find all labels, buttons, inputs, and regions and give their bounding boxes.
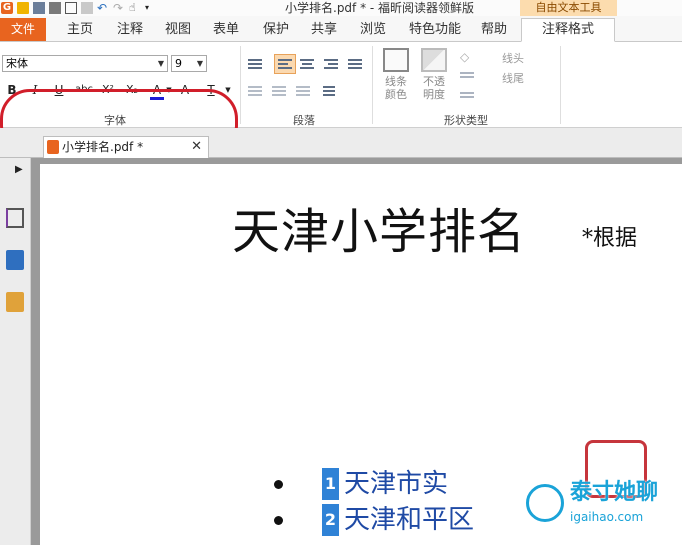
align-center-icon[interactable] (300, 58, 316, 72)
align-right-icon[interactable] (324, 58, 340, 72)
shape-group-label: 形状类型 (444, 114, 488, 127)
pdf-file-icon (47, 140, 59, 154)
hand-tool-icon[interactable]: ☝ (129, 2, 141, 14)
decrease-indent-icon[interactable] (248, 85, 264, 99)
group-divider (240, 46, 241, 124)
line-end-button[interactable]: 线尾 (502, 70, 524, 86)
document-note-text[interactable]: *根据 (582, 220, 637, 252)
font-family-select[interactable]: 宋体 ▼ (2, 55, 168, 72)
tab-help[interactable]: 帮助 (474, 19, 514, 41)
site-watermark: 泰寸她聊 igaihao.com (520, 470, 680, 530)
align-left-icon[interactable] (274, 54, 296, 74)
font-size-value: 9 (175, 57, 182, 70)
rank-number-badge: 1 (322, 468, 339, 500)
expand-panel-icon[interactable]: ▶ (15, 164, 23, 175)
tab-share[interactable]: 共享 (304, 19, 344, 41)
line-spacing-icon[interactable] (320, 85, 336, 99)
tab-home[interactable]: 主页 (60, 19, 100, 41)
document-tab[interactable]: 小学排名.pdf * ✕ (43, 136, 209, 158)
window-title: 小学排名.pdf * - 福昕阅读器领鲜版 (285, 1, 475, 15)
customize-dropdown-icon[interactable]: ▾ (145, 2, 157, 14)
ribbon-panel: 宋体 ▼ 9 ▼ B I U abc X² X₂ A ▼ A T ▼ 字体 段落… (0, 42, 682, 155)
tab-comment-format[interactable]: 注释格式 (521, 18, 615, 42)
scan-icon[interactable] (81, 2, 93, 14)
opacity-button[interactable]: 不透 明度 (418, 48, 450, 101)
list-item-text: 天津市实 (344, 469, 449, 499)
font-size-select[interactable]: 9 ▼ (171, 55, 207, 72)
tab-browse[interactable]: 浏览 (353, 19, 393, 41)
increase-indent-icon[interactable] (272, 85, 288, 99)
document-tab-label: 小学排名.pdf * (62, 140, 144, 154)
justify-icon[interactable] (348, 58, 364, 72)
tab-view[interactable]: 视图 (158, 19, 198, 41)
open-folder-icon[interactable] (17, 2, 29, 14)
watermark-logo-icon (526, 484, 564, 522)
line-end-label: 线尾 (502, 72, 524, 85)
bullet-icon (274, 516, 283, 525)
tab-protect[interactable]: 保护 (256, 19, 296, 41)
paragraph-spacing-icon[interactable] (296, 85, 312, 99)
group-divider (560, 46, 561, 124)
app-logo-icon[interactable]: G (1, 2, 13, 14)
line-start-label: 线头 (502, 52, 524, 65)
tab-features[interactable]: 特色功能 (403, 19, 467, 41)
chevron-down-icon: ▼ (196, 59, 203, 68)
fill-color-icon[interactable]: ◇ (460, 50, 476, 64)
line-style-icon[interactable] (460, 90, 476, 104)
opacity-swatch (421, 48, 447, 72)
line-color-swatch (383, 48, 409, 72)
document-heading[interactable]: 天津小学排名 (232, 192, 526, 262)
tab-file[interactable]: 文件 (0, 18, 46, 41)
undo-icon[interactable]: ↶ (97, 2, 109, 14)
font-group-label: 字体 (104, 114, 126, 127)
opacity-label: 不透 明度 (423, 75, 445, 101)
print-icon[interactable] (49, 2, 61, 14)
font-family-value: 宋体 (6, 57, 28, 70)
pages-icon[interactable] (6, 250, 24, 270)
tab-form[interactable]: 表单 (206, 19, 246, 41)
comments-icon[interactable] (6, 292, 24, 312)
group-divider (372, 46, 373, 124)
redo-icon[interactable]: ↷ (113, 2, 125, 14)
line-width-icon[interactable] (460, 70, 476, 84)
document-tab-strip: 小学排名.pdf * ✕ (0, 128, 682, 158)
ribbon-tabs: 文件 主页 注释 视图 表单 保护 共享 浏览 特色功能 帮助 注释格式 (0, 16, 682, 42)
save-icon[interactable] (33, 2, 45, 14)
quick-access-toolbar: G ↶ ↷ ☝ ▾ (0, 0, 157, 16)
bullet-icon (274, 480, 283, 489)
navigation-sidebar: ▶ (0, 158, 31, 545)
close-icon[interactable]: ✕ (191, 137, 202, 157)
line-start-button[interactable]: 线头 (502, 50, 524, 66)
chevron-down-icon: ▼ (157, 59, 164, 68)
line-color-button[interactable]: 线条 颜色 (380, 48, 412, 101)
email-icon[interactable] (65, 2, 77, 14)
title-bar: G ↶ ↷ ☝ ▾ 小学排名.pdf * - 福昕阅读器领鲜版 自由文本工具 (0, 0, 682, 16)
bullet-list-icon[interactable] (248, 58, 264, 72)
tab-comment[interactable]: 注释 (110, 19, 150, 41)
watermark-text: 泰寸她聊 (570, 480, 659, 505)
bookmarks-icon[interactable] (6, 208, 24, 228)
paragraph-group-label: 段落 (293, 114, 315, 127)
list-item-text: 天津和平区 (344, 505, 475, 535)
watermark-url: igaihao.com (570, 510, 644, 524)
rank-number-badge: 2 (322, 504, 339, 536)
line-color-label: 线条 颜色 (385, 75, 407, 101)
context-tool-label: 自由文本工具 (520, 0, 617, 16)
